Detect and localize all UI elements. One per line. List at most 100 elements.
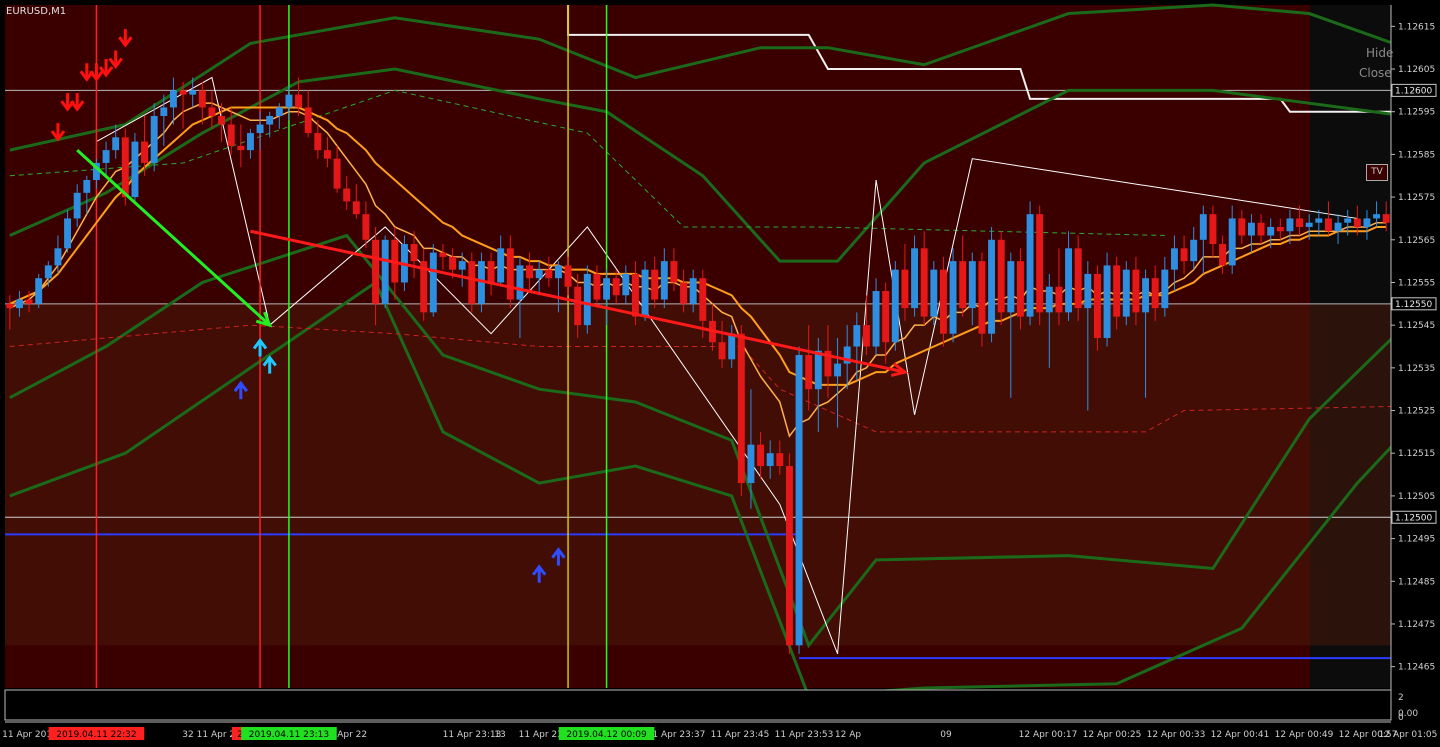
candle [35, 273, 43, 309]
candle-body [545, 269, 553, 279]
candle-body [641, 269, 649, 317]
candle-body [160, 107, 168, 116]
candle-body [323, 150, 331, 159]
candle-body [1180, 248, 1188, 262]
candle-body [535, 269, 543, 279]
candle-body [1382, 214, 1390, 223]
price-tick-label: 1.12525 [1398, 407, 1435, 417]
candle-body [141, 141, 149, 163]
time-tick-label: 12 Apr 00:17 [1019, 730, 1078, 740]
candle [939, 256, 947, 347]
sub-axis-label: 2 [1398, 693, 1404, 703]
candle-body [1228, 218, 1236, 266]
candle-body [1219, 244, 1227, 266]
candle-body [795, 355, 803, 646]
candle-body [1296, 218, 1304, 227]
candle-body [766, 453, 774, 467]
candle-body [1007, 261, 1015, 313]
candle-body [1209, 214, 1217, 245]
candle [988, 226, 996, 343]
candle-body [506, 248, 514, 300]
candle [1074, 235, 1082, 321]
candle-body [1238, 218, 1246, 236]
candle-body [218, 115, 226, 125]
candle [930, 261, 938, 326]
candle-body [853, 325, 861, 347]
candle-body [554, 265, 562, 279]
candle-body [121, 137, 129, 198]
price-level-badge-label: 1.12500 [1395, 513, 1432, 523]
price-tick-label: 1.12595 [1398, 108, 1435, 118]
tv-button[interactable]: TV [1366, 164, 1388, 181]
time-tick-label: 11 Apr 23:45 [711, 730, 770, 740]
candle-body [526, 265, 534, 279]
candle-body [968, 261, 976, 309]
candle-body [757, 444, 765, 467]
candle-body [930, 269, 938, 317]
hide-button[interactable]: Hide [1366, 46, 1393, 60]
candle-body [304, 107, 312, 134]
candle-body [651, 269, 659, 300]
candle-body [352, 201, 360, 215]
time-tick-label: 13 [494, 730, 505, 740]
time-tick-label: 11 Apr 23:37 [647, 730, 706, 740]
candle-body [169, 90, 177, 108]
candle-body [256, 124, 264, 134]
candle [1122, 261, 1130, 326]
candle-body [246, 133, 254, 151]
candle-body [718, 342, 726, 360]
candle-body [487, 261, 495, 283]
candle-body [1093, 273, 1101, 338]
candle-body [497, 248, 505, 283]
price-tick-label: 1.12575 [1398, 193, 1435, 203]
candle [1026, 201, 1034, 326]
candle-body [776, 453, 784, 467]
candle-body [1132, 269, 1140, 313]
candle-body [689, 278, 697, 304]
price-tick-label: 1.12475 [1398, 620, 1435, 630]
candle-body [612, 278, 620, 296]
candle-body [35, 278, 43, 304]
candle-body [1334, 222, 1342, 232]
price-tick-label: 1.12505 [1398, 492, 1435, 502]
candle-body [1151, 278, 1159, 309]
candle-body [516, 265, 524, 300]
candle [795, 346, 803, 654]
candle-body [1324, 218, 1332, 232]
candle-body [1142, 278, 1150, 313]
candle-body [362, 214, 370, 240]
candle-body [208, 107, 216, 116]
candle-body [449, 256, 457, 270]
candle [1103, 252, 1111, 347]
candle-body [1247, 222, 1255, 236]
candle-body [131, 141, 139, 198]
candle-body [285, 94, 293, 108]
price-tick-label: 1.12555 [1398, 278, 1435, 288]
close-button[interactable]: Close [1359, 66, 1392, 80]
candle-body [6, 303, 14, 309]
price-tick-label: 1.12535 [1398, 364, 1435, 374]
candle-body [785, 466, 793, 646]
time-tick-label: 09 [940, 730, 952, 740]
candle-body [862, 325, 870, 347]
candle [997, 231, 1005, 326]
candle-body [1344, 218, 1352, 223]
price-tick-label: 1.12545 [1398, 321, 1435, 331]
candle [381, 235, 389, 309]
candle-body [583, 273, 591, 326]
candle-body [997, 239, 1005, 313]
price-chart[interactable]: 1.12615 1.12605 1.12595 1.12585 1.12575 1.125… [0, 0, 1440, 747]
cloud-zone [5, 303, 1391, 646]
candle-body [1286, 218, 1294, 232]
time-tick-label: 12 Apr 01:05 [1379, 730, 1438, 740]
candle-body [660, 261, 668, 300]
candle-body [237, 145, 245, 151]
candle-body [1045, 286, 1053, 313]
candle-body [343, 188, 351, 202]
candle-body [872, 291, 880, 347]
candle-body [920, 248, 928, 317]
candle-body [891, 269, 899, 343]
chart-symbol-label[interactable]: EURUSD,M1 [6, 6, 66, 17]
candle-body [1190, 239, 1198, 262]
candle-body [978, 261, 986, 334]
